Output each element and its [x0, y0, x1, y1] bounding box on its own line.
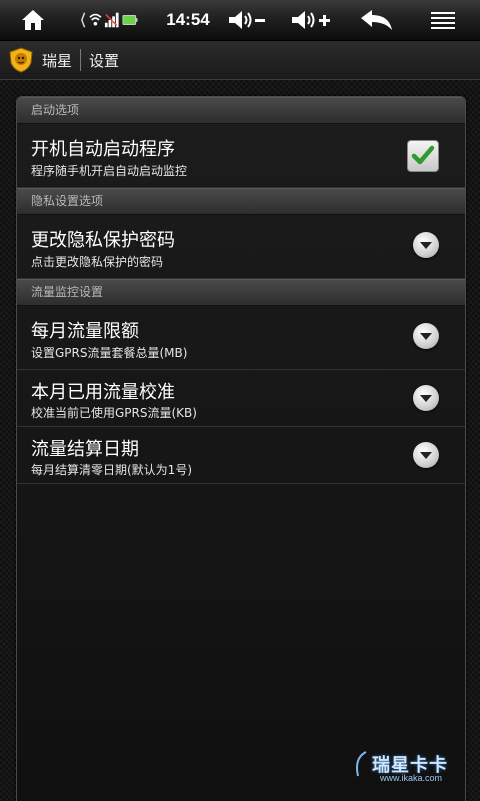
section-header-traffic: 流量监控设置 [17, 279, 465, 306]
setting-autostart[interactable]: 开机自动启动程序 程序随手机开启自动启动监控 [17, 124, 465, 188]
setting-subtitle: 校准当前已使用GPRS流量(KB) [31, 406, 197, 420]
setting-subtitle: 点击更改隐私保护的密码 [31, 255, 164, 269]
setting-title: 更改隐私保护密码 [31, 230, 175, 251]
wifi-icon [89, 13, 102, 26]
dropdown-button[interactable] [413, 385, 439, 411]
setting-title: 本月已用流量校准 [31, 382, 175, 403]
dropdown-button[interactable] [413, 323, 439, 349]
status-bar: 14:54 [0, 0, 480, 41]
setting-subtitle: 程序随手机开启自动启动监控 [31, 164, 188, 178]
chevron-down-icon [420, 333, 432, 340]
no-signal-icon [104, 12, 119, 28]
watermark: 瑞星卡卡 www.ikaka.com [352, 747, 478, 783]
title-divider [80, 49, 82, 71]
checkmark-icon [411, 145, 435, 165]
title-bar: 瑞星 设置 [0, 41, 480, 80]
setting-subtitle: 每月结算清零日期(默认为1号) [31, 463, 192, 477]
section-header-privacy: 隐私设置选项 [17, 188, 465, 215]
section-header-startup: 启动选项 [17, 97, 465, 124]
chevron-down-icon [420, 242, 432, 249]
volume-up-button[interactable] [286, 0, 336, 40]
setting-title: 流量结算日期 [31, 439, 139, 460]
page-title: 设置 [89, 51, 120, 70]
home-icon [22, 10, 44, 30]
setting-title: 每月流量限额 [31, 321, 139, 342]
usb-icon [81, 12, 86, 28]
swirl-icon [356, 751, 367, 777]
back-button[interactable] [352, 0, 402, 40]
volume-down-button[interactable] [222, 0, 272, 40]
rising-lion-logo-icon [8, 47, 34, 73]
setting-monthly-limit[interactable]: 每月流量限额 设置GPRS流量套餐总量(MB) [17, 306, 465, 370]
battery-icon [122, 14, 138, 26]
setting-subtitle: 设置GPRS流量套餐总量(MB) [31, 346, 188, 360]
chevron-down-icon [420, 395, 432, 402]
home-button[interactable] [10, 0, 56, 40]
dropdown-button[interactable] [413, 442, 439, 468]
setting-change-privacy-password[interactable]: 更改隐私保护密码 点击更改隐私保护的密码 [17, 215, 465, 279]
dropdown-button[interactable] [413, 232, 439, 258]
volume-up-icon [292, 11, 330, 29]
status-icons [80, 0, 138, 40]
menu-button[interactable] [418, 0, 468, 40]
chevron-down-icon [420, 452, 432, 459]
app-name: 瑞星 [42, 51, 73, 70]
back-icon [361, 10, 392, 30]
watermark-url: www.ikaka.com [380, 773, 443, 783]
setting-title: 开机自动启动程序 [31, 139, 175, 160]
settings-panel: 启动选项 开机自动启动程序 程序随手机开启自动启动监控 隐私设置选项 更改隐私保… [16, 96, 466, 801]
autostart-checkbox[interactable] [407, 140, 439, 172]
status-time: 14:54 [166, 10, 210, 29]
setting-usage-calibration[interactable]: 本月已用流量校准 校准当前已使用GPRS流量(KB) [17, 370, 465, 427]
volume-down-icon [229, 11, 265, 29]
menu-icon [431, 12, 455, 29]
setting-billing-date[interactable]: 流量结算日期 每月结算清零日期(默认为1号) [17, 427, 465, 484]
